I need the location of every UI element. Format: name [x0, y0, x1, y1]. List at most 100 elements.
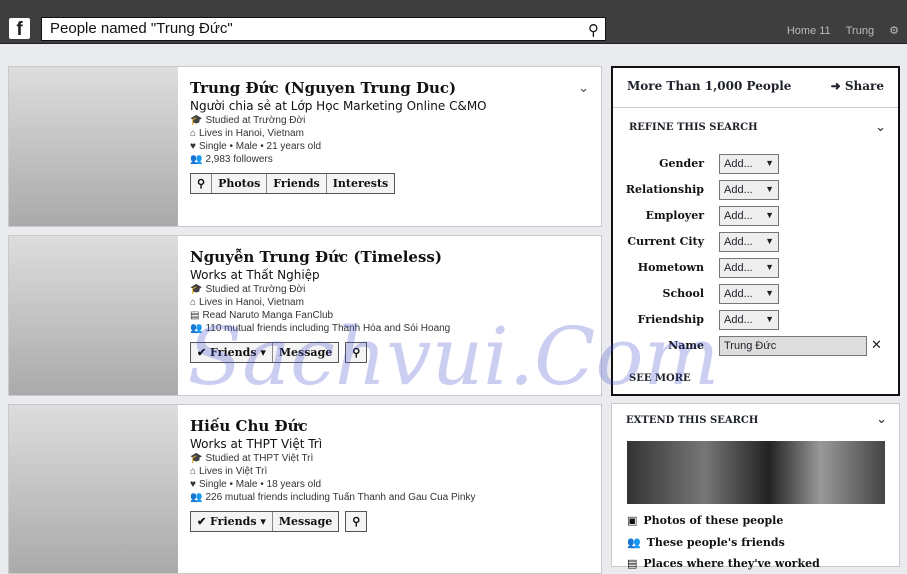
people-icon: 👥	[190, 492, 203, 503]
results-count-title: More Than 1,000 People	[627, 79, 792, 93]
message-button[interactable]: Message	[273, 512, 338, 531]
people-icon: 👥	[190, 323, 203, 334]
result-name[interactable]: Nguyễn Trung Đức (Timeless)	[190, 248, 450, 266]
location-icon: ⌂	[190, 297, 197, 308]
location-icon: ⌂	[190, 466, 197, 477]
result-line: Lives in Hanoi, Vietnam	[199, 297, 304, 308]
refine-panel: More Than 1,000 People ➜ Share REFINE TH…	[611, 66, 900, 396]
education-icon: 🎓	[190, 284, 203, 295]
nav-home[interactable]: Home 11	[787, 25, 831, 37]
result-subtitle: Works at THPT Việt Trì	[190, 437, 323, 451]
search-icon[interactable]: ⚲	[346, 343, 366, 362]
result-card: Nguyễn Trung Đức (Timeless) Works at Thấ…	[8, 235, 602, 396]
education-icon: 🎓	[190, 115, 203, 126]
facebook-logo-icon[interactable]: f	[9, 18, 30, 40]
extend-link-photos[interactable]: ▣ Photos of these people	[627, 514, 783, 527]
interests-button[interactable]: Interests	[327, 174, 394, 193]
photo-icon: ▣	[627, 514, 638, 527]
filter-dropdown[interactable]: Add...	[719, 180, 779, 200]
name-filter-field[interactable]: Trung Đức	[719, 336, 867, 356]
heart-icon: ♥	[190, 141, 196, 152]
search-input[interactable]: People named "Trung Đức" ⚲	[41, 17, 606, 41]
result-line: Studied at Trường Đời	[205, 115, 306, 126]
filter-current-city: Current City Add...	[613, 232, 902, 252]
extend-panel: EXTEND THIS SEARCH ⌄ ▣ Photos of these peo…	[611, 403, 900, 570]
result-card: Trung Đức (Nguyen Trung Duc) Người chia …	[8, 66, 602, 227]
extend-photo-strip[interactable]	[627, 441, 885, 504]
filter-label: Name	[668, 339, 704, 352]
filter-friendship: Friendship Add...	[613, 310, 902, 330]
result-line: Studied at Trường Đời	[205, 284, 306, 295]
filter-dropdown[interactable]: Add...	[719, 310, 779, 330]
result-line: 110 mutual friends including Thanh Hóa a…	[205, 323, 451, 334]
filter-school: School Add...	[613, 284, 902, 304]
chevron-down-icon[interactable]: ⌄	[876, 412, 887, 427]
top-nav: Home 11 Trung ⚙	[775, 24, 899, 37]
friends-dropdown-button[interactable]: ✔ Friends ▾	[191, 343, 273, 362]
people-icon: 👥	[190, 154, 203, 165]
share-button[interactable]: ➜ Share	[831, 79, 884, 93]
extend-link-label: These people's friends	[646, 536, 785, 549]
photos-button[interactable]: Photos	[212, 174, 268, 193]
search-query: People named "Trung Đức"	[50, 20, 233, 37]
friends-button[interactable]: Friends	[267, 174, 327, 193]
result-line: Lives in Việt Trì	[199, 466, 268, 477]
message-button[interactable]: Message	[273, 343, 338, 362]
result-line: Lives in Hanoi, Vietnam	[199, 128, 304, 139]
chevron-down-icon[interactable]: ⌄	[875, 120, 886, 135]
filter-label: Hometown	[637, 261, 704, 274]
filter-dropdown[interactable]: Add...	[719, 258, 779, 278]
filter-label: Relationship	[625, 183, 704, 196]
filter-dropdown[interactable]: Add...	[719, 206, 779, 226]
filter-employer: Employer Add...	[613, 206, 902, 226]
result-line: Single • Male • 18 years old	[198, 479, 322, 490]
filter-dropdown[interactable]: Add...	[719, 232, 779, 252]
profile-photo[interactable]	[9, 405, 178, 573]
filter-gender: Gender Add...	[613, 154, 902, 174]
filter-dropdown[interactable]: Add...	[719, 284, 779, 304]
result-line: Read Naruto Manga FanClub	[202, 310, 334, 321]
friends-dropdown-button[interactable]: ✔ Friends ▾	[191, 512, 273, 531]
filter-label: Gender	[659, 157, 704, 170]
see-more-link[interactable]: SEE MORE	[629, 373, 691, 384]
extend-link-workplaces[interactable]: ▤ Places where they've worked	[627, 557, 820, 570]
briefcase-icon: ▤	[627, 557, 638, 570]
top-bar: f People named "Trung Đức" ⚲ Home 11 Tru…	[0, 0, 907, 44]
close-icon[interactable]: ✕	[871, 338, 882, 353]
profile-photo[interactable]	[9, 236, 178, 395]
filter-dropdown[interactable]: Add...	[719, 154, 779, 174]
search-icon[interactable]: ⚲	[346, 512, 366, 531]
heart-icon: ♥	[190, 479, 196, 490]
location-icon: ⌂	[190, 128, 197, 139]
people-icon: 👥	[627, 536, 641, 549]
extend-link-label: Places where they've worked	[643, 557, 820, 570]
settings-icon[interactable]: ⚙	[889, 25, 899, 37]
extend-link-friends[interactable]: 👥 These people's friends	[627, 536, 785, 549]
result-card: Hiếu Chu Đức Works at THPT Việt Trì 🎓 Stu…	[8, 404, 602, 574]
result-name[interactable]: Trung Đức (Nguyen Trung Duc)	[190, 79, 487, 97]
refine-heading: REFINE THIS SEARCH	[629, 122, 758, 133]
education-icon: 🎓	[190, 453, 203, 464]
result-line: Studied at THPT Việt Trì	[205, 453, 314, 464]
filter-hometown: Hometown Add...	[613, 258, 902, 278]
book-icon: ▤	[190, 310, 200, 321]
result-subtitle: Works at Thất Nghiệp	[190, 268, 320, 282]
search-icon[interactable]: ⚲	[191, 174, 213, 193]
result-line: Single • Male • 21 years old	[198, 141, 322, 152]
share-label: Share	[844, 79, 884, 93]
filter-label: Current City	[627, 235, 704, 248]
filter-label: School	[662, 287, 705, 300]
nav-profile[interactable]: Trung	[846, 25, 874, 37]
search-icon[interactable]: ⚲	[588, 21, 599, 39]
filter-name: Name Trung Đức ✕	[613, 336, 902, 356]
result-line: 226 mutual friends including Tuấn Thanh …	[205, 492, 476, 503]
result-line: 2,983 followers	[205, 154, 273, 165]
share-arrow-icon: ➜	[830, 79, 845, 93]
profile-photo[interactable]	[9, 67, 178, 226]
chevron-down-icon[interactable]: ⌄	[578, 81, 589, 96]
result-subtitle: Người chia sẻ at Lớp Học Marketing Onlin…	[190, 99, 487, 113]
filter-relationship: Relationship Add...	[613, 180, 902, 200]
filter-label: Friendship	[637, 313, 704, 326]
result-name[interactable]: Hiếu Chu Đức	[190, 417, 475, 435]
extend-heading: EXTEND THIS SEARCH	[626, 415, 759, 426]
